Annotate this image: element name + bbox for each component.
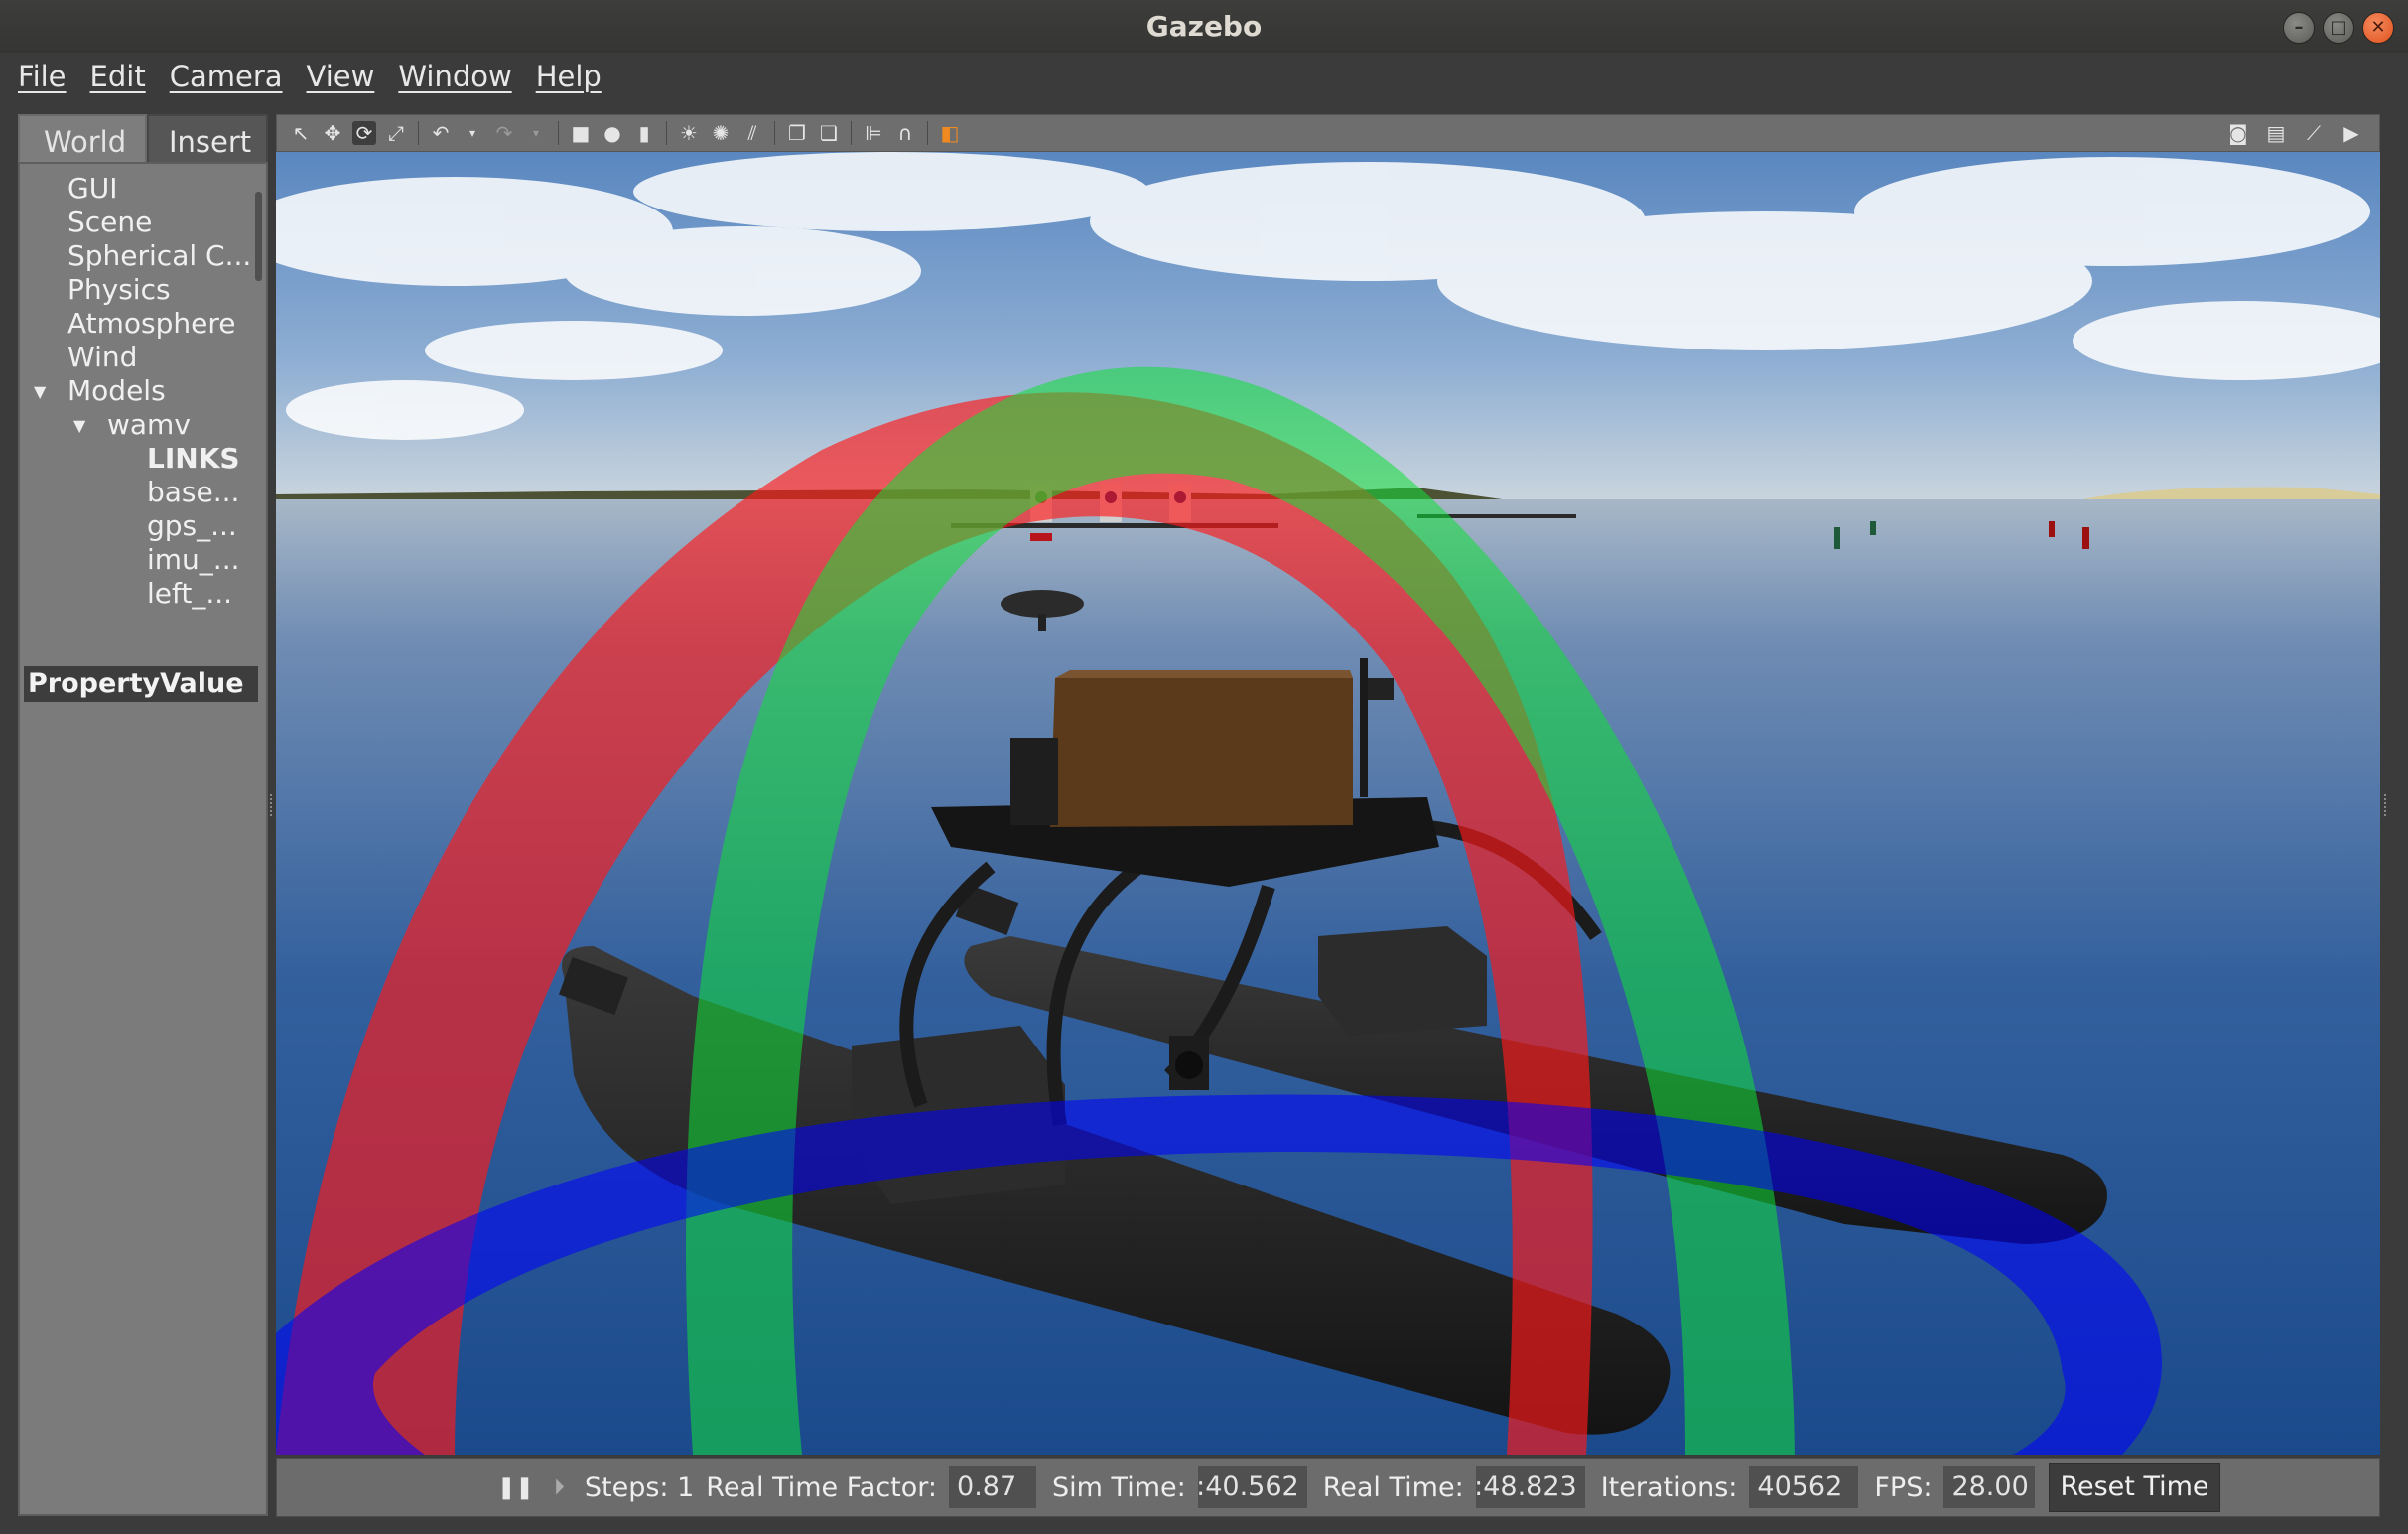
fps-value: 28.00 (1943, 1466, 2036, 1508)
status-bar: ❚❚ ⏵ Steps: 1 Real Time Factor: 0.87 Sim… (276, 1458, 2380, 1517)
close-window-button[interactable]: ✕ (2362, 12, 2394, 44)
world-tree: GUI Scene Spherical C... Physics Atmosph… (18, 162, 268, 1516)
tree-item-physics[interactable]: Physics (67, 273, 171, 306)
tree-item-wamv[interactable]: wamv (107, 408, 191, 441)
tab-world[interactable]: World (18, 114, 147, 162)
align-icon[interactable]: ⊫ (862, 121, 885, 145)
tree-item-link-gps[interactable]: gps_... (147, 509, 237, 542)
step-icon[interactable]: ⏵ (554, 1475, 565, 1500)
tree-item-spherical-coordinates[interactable]: Spherical C... (67, 239, 251, 272)
panel-tabs: World Insert (18, 114, 268, 162)
cylinder-shape-icon[interactable]: ▮ (632, 121, 656, 145)
dome-buoy (1001, 590, 1084, 618)
undo-icon[interactable]: ↶ (429, 121, 453, 145)
rotate-mode-icon[interactable]: ⟳ (352, 121, 376, 145)
tree-item-gui[interactable]: GUI (67, 172, 117, 205)
minimize-window-button[interactable]: – (2283, 12, 2315, 44)
sim-time-value: 0:40.562 (1197, 1466, 1307, 1508)
tree-scrollbar[interactable] (255, 192, 262, 281)
snap-icon[interactable]: ∩ (893, 121, 917, 145)
toolbar-separator (418, 121, 419, 145)
sim-time-label: Sim Time: (1052, 1471, 1186, 1503)
scale-mode-icon[interactable]: ⤢ (384, 121, 408, 145)
title-bar: Gazebo – □ ✕ (0, 0, 2408, 53)
tab-insert[interactable]: Insert (147, 114, 268, 162)
toolbar-separator (558, 121, 559, 145)
scene-render (276, 152, 2380, 1455)
menu-help[interactable]: Help (536, 60, 613, 93)
menu-edit[interactable]: Edit (90, 60, 158, 93)
directional-light-icon[interactable]: ⫽ (740, 121, 764, 145)
real-time-label: Real Time: (1322, 1471, 1464, 1503)
scene-toolbar: ↖ ✥ ⟳ ⤢ ↶ ▾ ↷ ▾ ■ ● ▮ ☀ ✺ ⫽ ❐ ❏ ⊫ ∩ ◧ ◙ … (276, 114, 2380, 152)
toolbar-separator (927, 121, 928, 145)
real-time-value: 0:48.823 (1475, 1466, 1585, 1508)
menu-file[interactable]: File (18, 60, 78, 93)
tree-item-links: LINKS (147, 442, 240, 475)
redo-history-icon[interactable]: ▾ (524, 121, 548, 145)
tree-item-link-imu[interactable]: imu_... (147, 543, 240, 576)
screenshot-icon[interactable]: ◙ (2226, 121, 2250, 145)
box-shape-icon[interactable]: ■ (569, 121, 593, 145)
tree-item-link-left[interactable]: left_... (147, 577, 232, 610)
undo-history-icon[interactable]: ▾ (461, 121, 484, 145)
select-mode-icon[interactable]: ↖ (289, 121, 313, 145)
expand-models-icon[interactable]: ▼ (34, 382, 46, 401)
point-light-icon[interactable]: ☀ (677, 121, 701, 145)
menu-camera[interactable]: Camera (170, 60, 295, 93)
log-icon[interactable]: ▤ (2264, 121, 2288, 145)
iterations-value: 40562 (1749, 1466, 1859, 1508)
toolbar-separator (666, 121, 667, 145)
right-splitter-handle[interactable] (2384, 794, 2390, 816)
real-time-factor-value: 0.87 (949, 1466, 1037, 1508)
tree-item-wind[interactable]: Wind (67, 341, 137, 373)
video-record-icon[interactable]: ▶ (2340, 121, 2363, 145)
spot-light-icon[interactable]: ✺ (709, 121, 733, 145)
3d-viewport[interactable] (276, 152, 2380, 1455)
left-panel: World Insert GUI Scene Spherical C... Ph… (18, 114, 268, 1516)
tree-item-models[interactable]: Models (67, 374, 166, 407)
tree-item-scene[interactable]: Scene (67, 206, 152, 238)
steps-control[interactable]: Steps: 1 (585, 1472, 694, 1503)
real-time-factor-label: Real Time Factor: (706, 1471, 938, 1503)
tree-item-link-base[interactable]: base... (147, 476, 239, 508)
view-angle-icon[interactable]: ◧ (938, 121, 962, 145)
reset-time-button[interactable]: Reset Time (2049, 1463, 2220, 1512)
menu-bar: File Edit Camera View Window Help (0, 53, 2408, 100)
redo-icon[interactable]: ↷ (492, 121, 516, 145)
paste-icon[interactable]: ❏ (817, 121, 841, 145)
maximize-window-button[interactable]: □ (2323, 12, 2354, 44)
tree-item-atmosphere[interactable]: Atmosphere (67, 307, 236, 340)
sphere-shape-icon[interactable]: ● (601, 121, 624, 145)
expand-wamv-icon[interactable]: ▼ (73, 416, 85, 435)
translate-mode-icon[interactable]: ✥ (321, 121, 344, 145)
iterations-label: Iterations: (1600, 1471, 1738, 1503)
copy-icon[interactable]: ❐ (785, 121, 809, 145)
fps-label: FPS: (1874, 1471, 1933, 1503)
menu-window[interactable]: Window (398, 60, 523, 93)
window-title: Gazebo (1145, 10, 1263, 43)
pause-icon[interactable]: ❚❚ (497, 1475, 534, 1500)
left-splitter-handle[interactable] (270, 794, 276, 816)
menu-view[interactable]: View (307, 60, 387, 93)
toolbar-separator (774, 121, 775, 145)
plot-icon[interactable]: ⟋ (2302, 121, 2326, 145)
property-value-header: PropertyValue (24, 666, 258, 702)
toolbar-separator (851, 121, 852, 145)
